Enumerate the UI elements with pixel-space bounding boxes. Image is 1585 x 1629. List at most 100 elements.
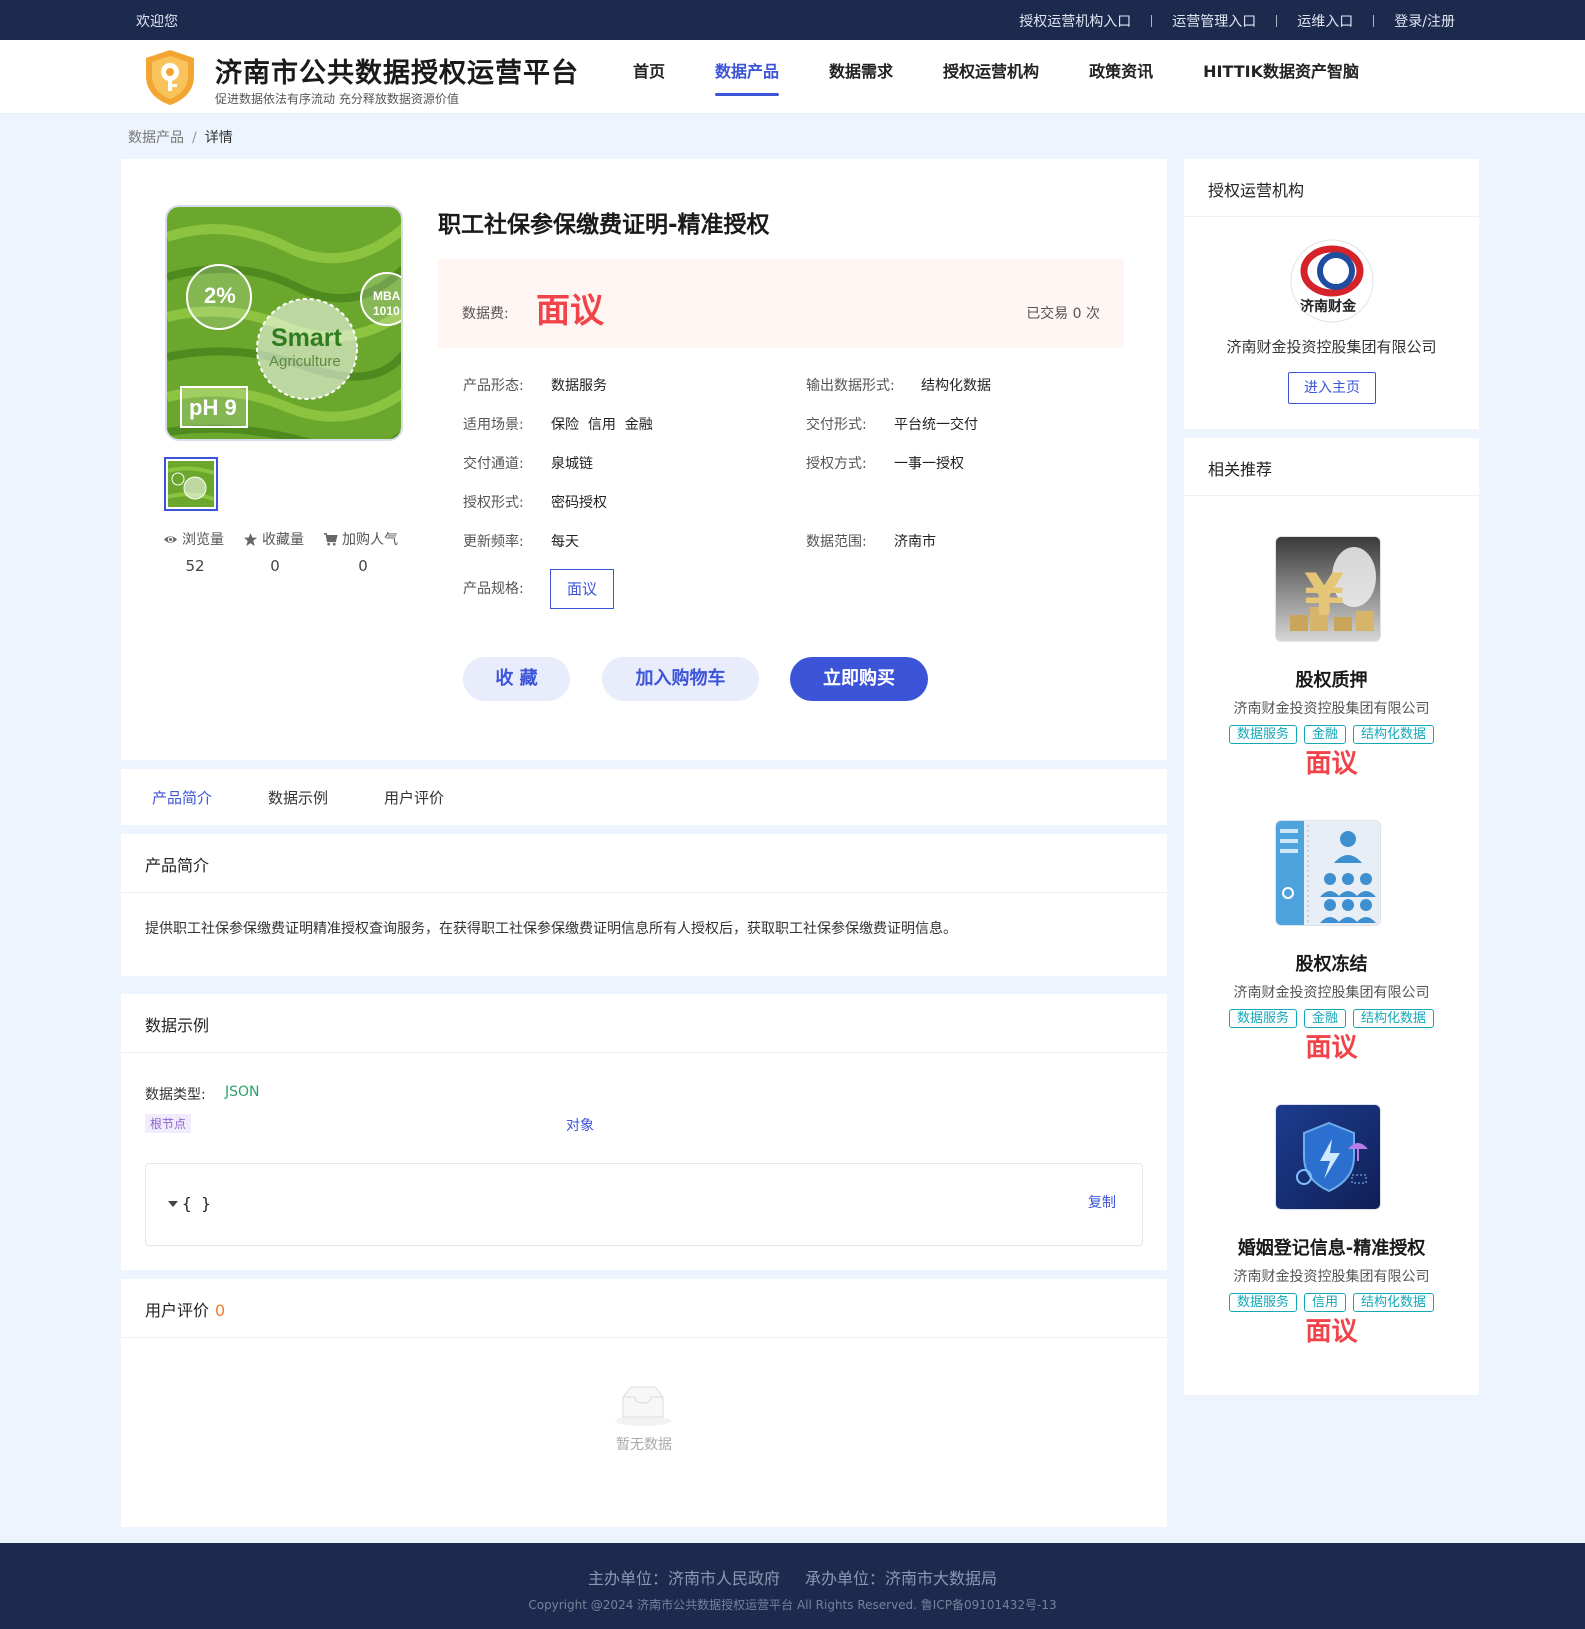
- operating-org-card: 授权运营机构 济南财金 济南财金投资控股集团有限公司 进入主页: [1184, 159, 1479, 429]
- favorites-value: 0: [270, 557, 280, 575]
- json-content: { }: [182, 1194, 211, 1213]
- related-recommendations-card: 相关推荐 ¥ 股权质押 济南财金投资控股集团有限公司 数据服务 金融 结构化数据…: [1184, 438, 1479, 1395]
- divider: [1373, 15, 1375, 27]
- tag: 结构化数据: [1353, 1293, 1435, 1312]
- recommend-price: 面议: [1305, 1317, 1358, 1347]
- breadcrumb-parent[interactable]: 数据产品: [128, 130, 184, 146]
- security-shield-image[interactable]: [1275, 1104, 1381, 1210]
- product-main-image[interactable]: 2% Smart Agriculture MBA 1010 pH 9: [165, 205, 403, 441]
- star-icon: [243, 532, 258, 546]
- main-nav: 首页 数据产品 数据需求 授权运营机构 政策资讯 HITTIK数据资产智脑: [633, 40, 1409, 114]
- nav-data-demand[interactable]: 数据需求: [829, 40, 893, 114]
- footer-units: 主办单位：济南市人民政府 承办单位：济南市大数据局: [0, 1565, 1585, 1589]
- agriculture-text: Agriculture: [269, 353, 341, 370]
- cart-icon: [323, 532, 338, 545]
- favorite-button[interactable]: 收 藏: [463, 657, 570, 701]
- traded-count: 已交易 0 次: [1026, 306, 1100, 322]
- maintenance-link[interactable]: 运维入口: [1297, 11, 1353, 31]
- recommend-item[interactable]: ¥ 股权质押 济南财金投资控股集团有限公司 数据服务 金融 结构化数据 面议: [1184, 536, 1479, 806]
- nav-data-products[interactable]: 数据产品: [715, 40, 780, 114]
- breadcrumb-current: 详情: [204, 130, 233, 146]
- cart-popularity-value: 0: [358, 557, 368, 575]
- object-type-label: 对象: [566, 1118, 594, 1134]
- nav-policy-news[interactable]: 政策资讯: [1089, 40, 1153, 114]
- attr-data-range: 数据范围: 济南市: [806, 534, 936, 550]
- spec-option-button[interactable]: 面议: [550, 569, 614, 609]
- org-entry-link[interactable]: 授权运营机构入口: [1019, 11, 1131, 31]
- add-to-cart-button[interactable]: 加入购物车: [602, 657, 759, 701]
- recommend-tags: 数据服务 金融 结构化数据: [1184, 725, 1479, 744]
- login-register-link[interactable]: 登录/注册: [1394, 11, 1455, 31]
- recommend-title: 相关推荐: [1208, 460, 1273, 479]
- intro-title: 产品简介: [145, 856, 210, 875]
- tag: 金融: [1303, 1009, 1346, 1028]
- ph-text: pH 9: [189, 395, 237, 420]
- recommend-name[interactable]: 股权冻结: [1184, 950, 1479, 976]
- collapse-caret-icon[interactable]: [168, 1200, 178, 1207]
- site-title: 济南市公共数据授权运营平台: [215, 58, 579, 89]
- product-intro-section: 产品简介 提供职工社保参保缴费证明精准授权查询服务，在获得职工社保参保缴费证明信…: [121, 834, 1167, 976]
- intro-text: 提供职工社保参保缴费证明精准授权查询服务，在获得职工社保参保缴费证明信息所有人授…: [145, 921, 957, 937]
- price-value: 面议: [536, 291, 604, 331]
- product-detail-card: 2% Smart Agriculture MBA 1010 pH 9 浏览量 5…: [121, 159, 1167, 760]
- views-stat: 浏览量 52: [163, 529, 227, 575]
- percent-text: 2%: [204, 283, 236, 308]
- recommend-item[interactable]: 股权冻结 济南财金投资控股集团有限公司 数据服务 金融 结构化数据 面议: [1184, 820, 1479, 1090]
- people-directory-image[interactable]: [1275, 820, 1381, 926]
- recommend-item[interactable]: 婚姻登记信息-精准授权 济南财金投资控股集团有限公司 数据服务 信用 结构化数据…: [1184, 1104, 1479, 1374]
- recommend-org: 济南财金投资控股集团有限公司: [1233, 985, 1430, 1001]
- copy-button[interactable]: 复制: [1088, 1192, 1116, 1212]
- footer-copyright: Copyright @2024 济南市公共数据授权运营平台 All Rights…: [528, 1598, 1057, 1612]
- nav-operating-orgs[interactable]: 授权运营机构: [943, 40, 1039, 114]
- recommend-org: 济南财金投资控股集团有限公司: [1233, 701, 1430, 717]
- smart-agriculture-image: 2% Smart Agriculture MBA 1010 pH 9: [167, 207, 401, 439]
- digits-text: 1010: [373, 304, 400, 318]
- data-type-value: JSON: [225, 1084, 260, 1100]
- org-homepage-button[interactable]: 进入主页: [1288, 372, 1376, 404]
- data-example-section: 数据示例 数据类型: JSON 根节点 对象 { } 复制: [121, 994, 1167, 1270]
- yen-coins-image[interactable]: ¥: [1275, 536, 1381, 642]
- cart-stat: 加购人气 0: [323, 529, 403, 575]
- org-name: 济南财金投资控股集团有限公司: [1226, 338, 1437, 356]
- user-reviews-section: 用户评价 0 暂无数据: [121, 1279, 1167, 1527]
- product-title: 职工社保参保缴费证明-精准授权: [438, 212, 770, 238]
- tag: 结构化数据: [1353, 1009, 1435, 1028]
- site-slogan: 促进数据依法有序流动 充分释放数据资源价值: [215, 92, 459, 106]
- attr-update-frequency: 更新频率: 每天: [463, 534, 579, 550]
- thumbnail-image: [168, 461, 214, 507]
- shield-key-logo-icon[interactable]: [142, 48, 198, 106]
- root-node-tag: 根节点: [145, 1114, 192, 1133]
- tag: 结构化数据: [1353, 725, 1435, 744]
- tab-product-intro[interactable]: 产品简介: [152, 787, 212, 808]
- svg-text:¥: ¥: [1304, 561, 1344, 629]
- attr-delivery-form: 交付形式: 平台统一交付: [806, 417, 978, 433]
- recommend-name[interactable]: 婚姻登记信息-精准授权: [1184, 1234, 1479, 1260]
- nav-home[interactable]: 首页: [633, 40, 665, 114]
- footer-sponsor: 主办单位：济南市人民政府: [587, 1569, 780, 1588]
- tab-data-example[interactable]: 数据示例: [268, 787, 328, 808]
- smart-text: Smart: [271, 324, 343, 352]
- tag: 金融: [1303, 725, 1346, 744]
- tag: 数据服务: [1228, 1293, 1297, 1312]
- favorites-stat: 收藏量 0: [243, 529, 307, 575]
- json-viewer: { } 复制: [145, 1163, 1143, 1246]
- cart-popularity-label: 加购人气: [342, 532, 398, 548]
- tab-user-reviews[interactable]: 用户评价: [384, 787, 444, 808]
- empty-text: 暂无数据: [616, 1437, 672, 1453]
- recommend-name[interactable]: 股权质押: [1184, 666, 1479, 692]
- recommend-org: 济南财金投资控股集团有限公司: [1233, 1269, 1430, 1285]
- example-title: 数据示例: [145, 1016, 210, 1035]
- json-tree[interactable]: { }: [168, 1194, 211, 1213]
- product-thumbnail[interactable]: [164, 457, 218, 511]
- ops-management-link[interactable]: 运营管理入口: [1172, 11, 1256, 31]
- divider: [1184, 216, 1479, 217]
- site-header: 济南市公共数据授权运营平台 促进数据依法有序流动 充分释放数据资源价值 首页 数…: [0, 40, 1585, 114]
- nav-hittik[interactable]: HITTIK数据资产智脑: [1203, 40, 1359, 114]
- buy-now-button[interactable]: 立即购买: [790, 657, 928, 701]
- jinan-caijin-logo-icon: 济南财金: [1290, 239, 1374, 323]
- tag: 信用: [1303, 1293, 1346, 1312]
- review-count: 0: [215, 1301, 226, 1320]
- recommend-price: 面议: [1305, 749, 1358, 779]
- empty-inbox-icon: [615, 1386, 671, 1426]
- breadcrumb-separator: /: [192, 130, 197, 146]
